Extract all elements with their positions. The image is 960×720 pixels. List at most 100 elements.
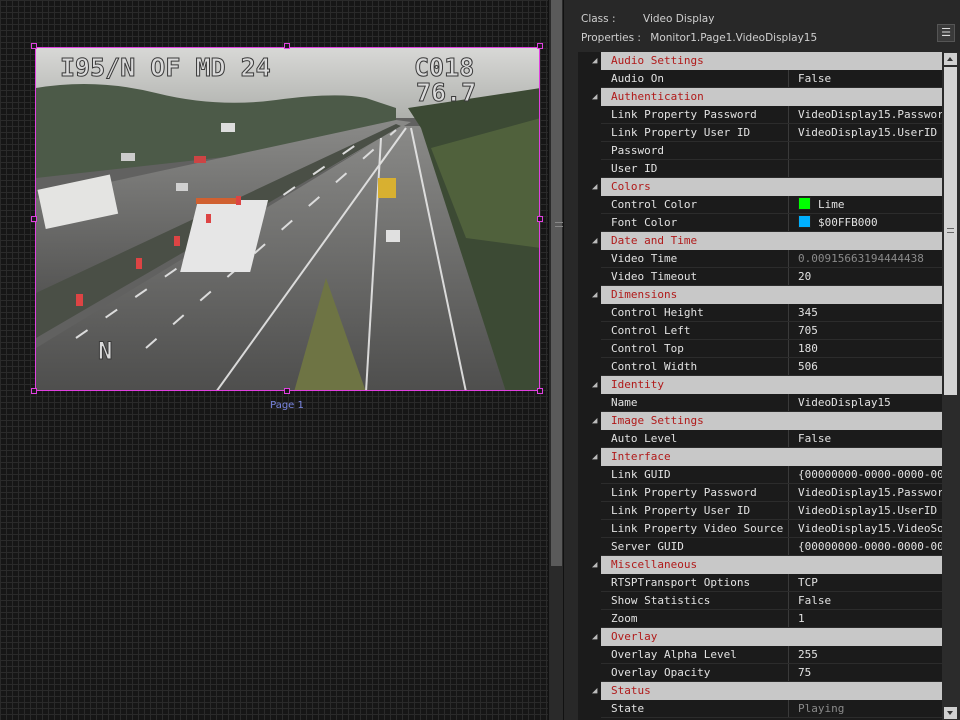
property-name: Control Width [611, 360, 698, 373]
property-row[interactable]: Overlay Opacity 75 [578, 664, 942, 682]
property-value-text: 345 [798, 306, 818, 319]
category-label: Authentication [611, 90, 704, 103]
property-value[interactable]: VideoDisplay15.UserID [788, 502, 942, 520]
property-value[interactable]: VideoDisplay15.UserID [788, 124, 942, 142]
property-grid-scrollbar-thumb[interactable] [944, 67, 957, 395]
resize-handle-bottom[interactable] [284, 388, 290, 394]
property-row[interactable]: Audio On False [578, 70, 942, 88]
property-value[interactable]: False [788, 70, 942, 88]
collapse-toggle-icon[interactable]: ◢ [592, 376, 597, 394]
scroll-down-arrow-icon[interactable] [944, 707, 957, 719]
property-row[interactable]: Control Left 705 [578, 322, 942, 340]
design-canvas[interactable]: I95/N OF MD 24 C018 76.7 N Page 1 [0, 0, 548, 720]
property-row[interactable]: Link Property Video Source VideoDisplay15… [578, 520, 942, 538]
sort-alpha-button[interactable]: ☰ [937, 24, 955, 42]
property-row[interactable]: Show Statistics False [578, 592, 942, 610]
property-row[interactable]: RTSPTransport Options TCP [578, 574, 942, 592]
property-row[interactable]: Link Property User ID VideoDisplay15.User… [578, 124, 942, 142]
property-value[interactable] [788, 142, 942, 160]
collapse-toggle-icon[interactable]: ◢ [592, 628, 597, 646]
property-value[interactable]: 180 [788, 340, 942, 358]
property-value[interactable]: $00FFB000 [788, 214, 942, 232]
property-value[interactable]: 20 [788, 268, 942, 286]
collapse-toggle-icon[interactable]: ◢ [592, 232, 597, 250]
property-row[interactable]: Password [578, 142, 942, 160]
property-value[interactable]: VideoDisplay15.VideoSource [788, 520, 942, 538]
property-name: Control Top [611, 342, 684, 355]
category-header[interactable]: ◢ Colors [578, 178, 942, 196]
resize-handle-bottom-right[interactable] [537, 388, 543, 394]
property-value[interactable]: False [788, 430, 942, 448]
property-grid-scrollbar[interactable] [942, 52, 960, 720]
category-label: Colors [611, 180, 651, 193]
property-row[interactable]: Server GUID {00000000-0000-0000-0000-0000… [578, 538, 942, 556]
canvas-scrollbar[interactable] [548, 0, 564, 720]
category-header[interactable]: ◢ Identity [578, 376, 942, 394]
category-header[interactable]: ◢ Interface [578, 448, 942, 466]
resize-handle-top-left[interactable] [31, 43, 37, 49]
property-value[interactable]: VideoDisplay15.Password [788, 106, 942, 124]
category-label: Image Settings [611, 414, 704, 427]
property-value[interactable]: TCP [788, 574, 942, 592]
collapse-toggle-icon[interactable]: ◢ [592, 88, 597, 106]
property-value[interactable]: 506 [788, 358, 942, 376]
property-row[interactable]: Overlay Alpha Level 255 [578, 646, 942, 664]
property-value[interactable] [788, 160, 942, 178]
category-header[interactable]: ◢ Dimensions [578, 286, 942, 304]
property-row[interactable]: Link Property Password VideoDisplay15.Pas… [578, 484, 942, 502]
property-row[interactable]: Name VideoDisplay15 [578, 394, 942, 412]
property-value[interactable]: VideoDisplay15 [788, 394, 942, 412]
property-value[interactable]: {00000000-0000-0000-0000-000000000000} [788, 538, 942, 556]
property-value[interactable]: Lime [788, 196, 942, 214]
collapse-toggle-icon[interactable]: ◢ [592, 178, 597, 196]
category-header[interactable]: ◢ Miscellaneous [578, 556, 942, 574]
property-row[interactable]: Control Top 180 [578, 340, 942, 358]
property-value[interactable]: 255 [788, 646, 942, 664]
video-display[interactable]: I95/N OF MD 24 C018 76.7 N [35, 47, 540, 391]
property-row[interactable]: Control Color Lime [578, 196, 942, 214]
collapse-toggle-icon[interactable]: ◢ [592, 556, 597, 574]
canvas-scrollbar-thumb[interactable] [551, 0, 563, 566]
property-row[interactable]: Zoom 1 [578, 610, 942, 628]
property-value[interactable]: Playing [788, 700, 942, 718]
category-header[interactable]: ◢ Image Settings [578, 412, 942, 430]
category-header[interactable]: ◢ Overlay [578, 628, 942, 646]
resize-handle-top[interactable] [284, 43, 290, 49]
property-value[interactable]: VideoDisplay15.Password [788, 484, 942, 502]
property-row[interactable]: Control Height 345 [578, 304, 942, 322]
property-value[interactable]: False [788, 592, 942, 610]
collapse-toggle-icon[interactable]: ◢ [592, 286, 597, 304]
property-value-text: False [798, 432, 832, 445]
property-name: Overlay Opacity [611, 666, 711, 679]
property-row[interactable]: Control Width 506 [578, 358, 942, 376]
collapse-toggle-icon[interactable]: ◢ [592, 448, 597, 466]
property-row[interactable]: Video Timeout 20 [578, 268, 942, 286]
resize-handle-bottom-left[interactable] [31, 388, 37, 394]
property-row[interactable]: Link Property User ID VideoDisplay15.User… [578, 502, 942, 520]
property-value[interactable]: {00000000-0000-0000-0000-000000000000} [788, 466, 942, 484]
collapse-toggle-icon[interactable]: ◢ [592, 412, 597, 430]
resize-handle-left[interactable] [31, 216, 37, 222]
scroll-up-arrow-icon[interactable] [944, 53, 957, 65]
resize-handle-right[interactable] [537, 216, 543, 222]
category-header[interactable]: ◢ Audio Settings [578, 52, 942, 70]
property-value[interactable]: 705 [788, 322, 942, 340]
property-row[interactable]: User ID [578, 160, 942, 178]
resize-handle-top-right[interactable] [537, 43, 543, 49]
property-row[interactable]: Link Property Password VideoDisplay15.Pas… [578, 106, 942, 124]
property-value[interactable]: 345 [788, 304, 942, 322]
collapse-toggle-icon[interactable]: ◢ [592, 682, 597, 700]
property-row[interactable]: Auto Level False [578, 430, 942, 448]
category-header[interactable]: ◢ Status [578, 682, 942, 700]
property-value[interactable]: 75 [788, 664, 942, 682]
property-row[interactable]: Video Time 0.00915663194444438 [578, 250, 942, 268]
property-value[interactable]: 0.00915663194444438 [788, 250, 942, 268]
category-header[interactable]: ◢ Authentication [578, 88, 942, 106]
category-header[interactable]: ◢ Date and Time [578, 232, 942, 250]
property-value[interactable]: 1 [788, 610, 942, 628]
property-name: Control Left [611, 324, 691, 337]
property-row[interactable]: Font Color $00FFB000 [578, 214, 942, 232]
property-row[interactable]: Link GUID {00000000-0000-0000-0000-000000… [578, 466, 942, 484]
collapse-toggle-icon[interactable]: ◢ [592, 52, 597, 70]
property-row[interactable]: State Playing [578, 700, 942, 718]
